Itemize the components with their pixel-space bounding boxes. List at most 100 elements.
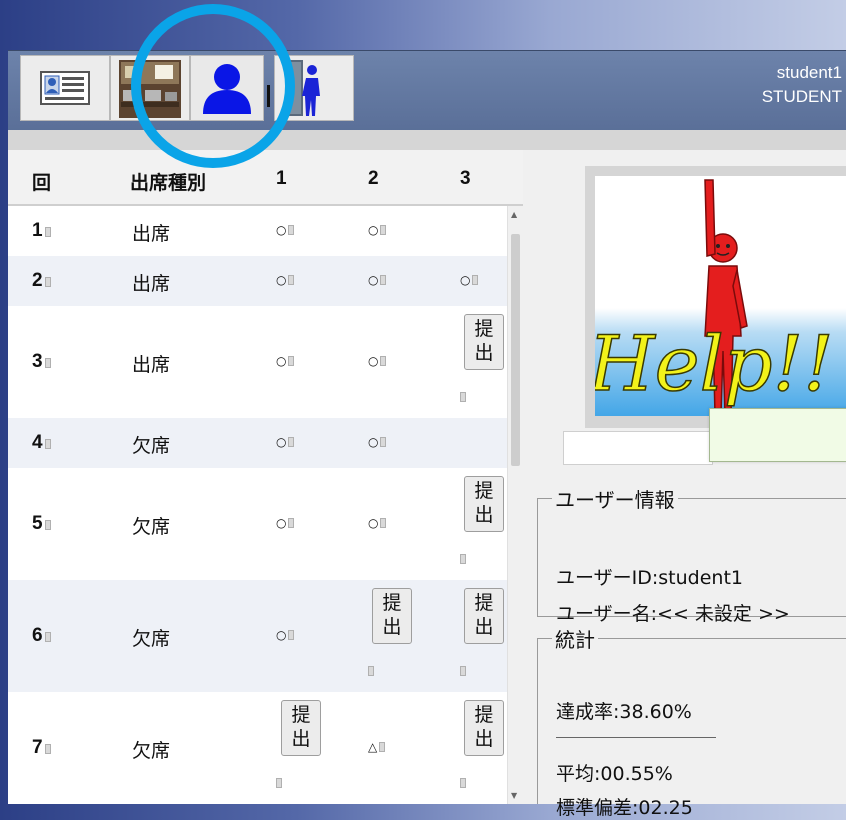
cell-mark-symbol: ○	[368, 435, 379, 449]
submit-button[interactable]: 提出	[372, 588, 412, 644]
table-scrollbar[interactable]: ▲ ▼	[507, 206, 523, 804]
person-door-icon	[285, 60, 320, 116]
cell-mark-symbol: ○	[276, 223, 287, 237]
std-dev-value: 標準偏差:02.25	[556, 797, 693, 819]
cell-mark-symbol: ○	[276, 516, 287, 530]
help-figure-icon: Help!!	[595, 179, 834, 415]
submit-marker-icon	[460, 778, 466, 788]
person-icon	[203, 64, 251, 114]
attendance-type: 欠席	[132, 435, 171, 457]
attendance-type: 欠席	[132, 516, 171, 538]
stats-divider	[556, 737, 716, 738]
toolbar-separator	[267, 85, 270, 107]
cell-mark-symbol: △	[368, 740, 378, 754]
table-row: 5 欠席 ○ ○ 提出	[8, 468, 508, 580]
scrollbar-thumb[interactable]	[511, 234, 520, 466]
profile-card-button[interactable]	[20, 55, 110, 121]
cell-marker-icon	[288, 437, 295, 447]
stats-legend: 統計	[555, 628, 595, 652]
cell-marker-icon	[44, 520, 51, 530]
cell-mark-symbol: ○	[276, 435, 287, 449]
cell-mark: ○	[276, 516, 295, 530]
submit-button[interactable]: 提出	[464, 314, 504, 370]
row-number: 5	[32, 513, 43, 534]
row-number: 1	[32, 220, 43, 241]
table-row: 1 出席 ○ ○	[8, 206, 508, 256]
cell-marker-icon	[380, 437, 387, 447]
cell-marker-icon	[288, 225, 295, 235]
help-frame: Help!!	[585, 166, 846, 428]
table-row: 4 欠席 ○ ○	[8, 418, 508, 468]
cell-marker-icon	[288, 356, 295, 366]
cell-mark: ○	[276, 223, 295, 237]
submit-button[interactable]: 提出	[464, 588, 504, 644]
cell-marker-icon	[380, 225, 387, 235]
cell-marker-icon	[288, 630, 295, 640]
submit-marker-icon	[460, 392, 466, 402]
right-panel: Help!! ユーザー情報 ユーザーID:student1 ユーザー名:<< 未…	[525, 150, 846, 819]
row-number: 3	[32, 351, 43, 372]
attendance-type: 出席	[132, 354, 171, 376]
attendance-type: 欠席	[132, 740, 171, 762]
cell-mark: ○	[368, 223, 387, 237]
submit-button[interactable]: 提出	[464, 476, 504, 532]
cell-marker-icon	[380, 518, 387, 528]
user-role: STUDENT	[761, 87, 842, 106]
average-value: 平均:00.55%	[556, 763, 673, 785]
attendance-button[interactable]	[274, 55, 354, 121]
row-number-cell: 6	[32, 624, 51, 647]
attendance-type: 欠席	[132, 628, 171, 650]
cell-mark: △	[368, 740, 386, 754]
cell-marker-icon	[44, 632, 51, 642]
cell-mark-symbol: ○	[276, 273, 287, 287]
submit-marker-icon	[460, 554, 466, 564]
attendance-type: 出席	[132, 273, 171, 295]
cell-mark: ○	[368, 435, 387, 449]
scroll-down-arrow-icon[interactable]: ▼	[511, 791, 517, 800]
scroll-up-arrow-icon[interactable]: ▲	[511, 210, 517, 219]
row-number: 6	[32, 625, 43, 646]
user-name-line: ユーザー名:<< 未設定 >>	[556, 603, 790, 625]
header-col-2: 2	[368, 168, 379, 189]
cell-marker-icon	[44, 439, 51, 449]
submit-button[interactable]: 提出	[281, 700, 321, 756]
classroom-photo-icon	[119, 60, 181, 118]
submit-button[interactable]: 提出	[464, 700, 504, 756]
id-card-icon	[40, 71, 90, 105]
cell-mark-symbol: ○	[276, 628, 287, 642]
attendance-table: 回 出席種別 1 2 3 1 出席 ○ ○ 2 出席 ○ ○ ○ 3 出席 ○ ○ 提出 4 欠席 ○ ○ 5 欠席 ○…	[8, 150, 523, 804]
attendance-type: 出席	[132, 223, 171, 245]
cell-marker-icon	[472, 275, 479, 285]
cell-mark-symbol: ○	[460, 273, 471, 287]
cell-marker-icon	[44, 358, 51, 368]
cell-mark-symbol: ○	[276, 354, 287, 368]
header-col-1: 1	[276, 168, 287, 189]
cell-marker-icon	[380, 356, 387, 366]
cell-mark: ○	[276, 273, 295, 287]
user-info-group: ユーザー情報 ユーザーID:student1 ユーザー名:<< 未設定 >>	[537, 484, 846, 625]
tooltip-box	[709, 408, 846, 462]
table-row: 7 欠席 提出 △ 提出	[8, 692, 508, 804]
achievement-rate: 達成率:38.60%	[556, 701, 692, 723]
table-row: 2 出席 ○ ○ ○	[8, 256, 508, 306]
cell-marker-icon	[379, 742, 386, 752]
row-number: 2	[32, 270, 43, 291]
user-button[interactable]	[190, 55, 264, 121]
cell-mark: ○	[460, 273, 479, 287]
cell-mark: ○	[368, 273, 387, 287]
user-info-legend: ユーザー情報	[555, 488, 675, 512]
user-id-line: ユーザーID:student1	[556, 567, 743, 589]
cell-mark: ○	[368, 516, 387, 530]
help-image[interactable]: Help!!	[595, 176, 846, 416]
help-input[interactable]	[563, 431, 713, 465]
row-number: 7	[32, 737, 43, 758]
submit-marker-icon	[368, 666, 374, 676]
row-number-cell: 3	[32, 350, 51, 373]
header-col-3: 3	[460, 168, 471, 189]
cell-marker-icon	[44, 744, 51, 754]
toolbar-bottom-strip	[8, 130, 846, 150]
cell-mark: ○	[276, 354, 295, 368]
cell-mark: ○	[276, 435, 295, 449]
cell-mark-symbol: ○	[368, 516, 379, 530]
classroom-button[interactable]	[110, 55, 190, 121]
